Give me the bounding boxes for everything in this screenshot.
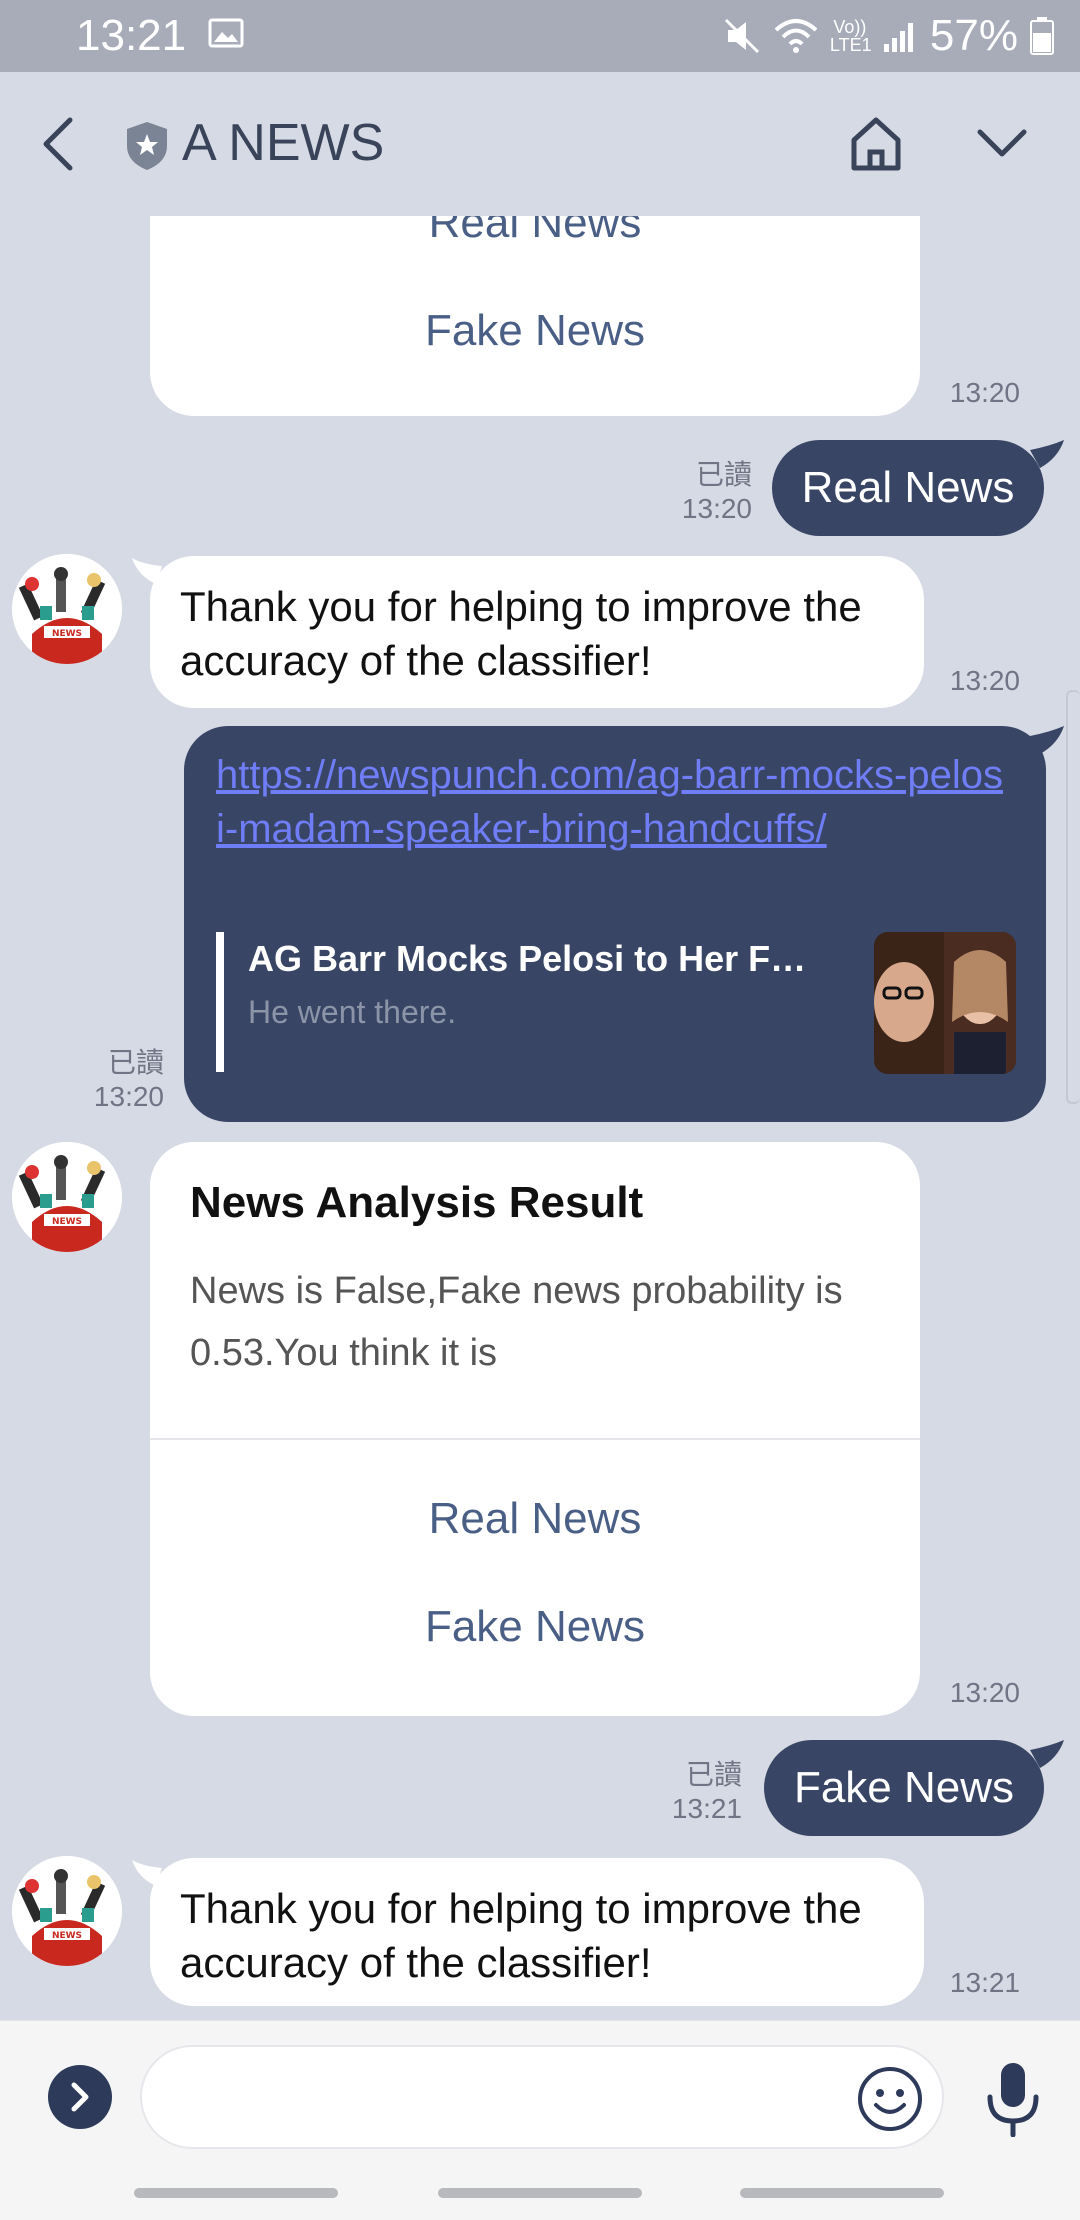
preview-thumbnail[interactable] <box>874 932 1016 1074</box>
bubble-tail <box>1030 1740 1064 1768</box>
nav-back[interactable] <box>740 2188 944 2198</box>
avatar[interactable]: NEWS <box>12 1142 122 1252</box>
message-time: 13:21 <box>949 1967 1020 1998</box>
message-link[interactable]: https://newspunch.com/ag-barr-mocks-pelo… <box>216 748 1006 856</box>
nav-recents[interactable] <box>134 2188 338 2198</box>
preview-description: He went there. <box>248 994 457 1030</box>
avatar-banner-text: NEWS <box>52 629 82 639</box>
image-icon <box>208 18 244 48</box>
message-time: 13:20 <box>949 377 1020 408</box>
microphone-icon[interactable] <box>982 2061 1044 2137</box>
avatar-banner-text: NEWS <box>52 1217 82 1227</box>
home-icon[interactable] <box>846 114 906 174</box>
preview-divider <box>216 932 224 1072</box>
battery-icon <box>1030 17 1054 55</box>
chat-title: A NEWS <box>182 114 385 172</box>
message-input-bar <box>0 2020 1080 2165</box>
outgoing-message: Fake News <box>764 1740 1044 1836</box>
news-logo-icon: NEWS <box>12 554 122 664</box>
nav-home[interactable] <box>438 2188 642 2198</box>
preview-title[interactable]: AG Barr Mocks Pelosi to Her Fa... <box>248 938 808 980</box>
news-logo-icon: NEWS <box>12 1142 122 1252</box>
bubble-tail <box>1030 440 1064 468</box>
shield-star-icon <box>127 122 167 170</box>
bubble-tail <box>1030 726 1064 754</box>
news-logo-icon: NEWS <box>12 1856 122 1966</box>
expand-menu-button[interactable] <box>48 2065 112 2129</box>
mute-icon <box>724 18 759 54</box>
fake-news-option[interactable]: Fake News <box>150 1602 920 1652</box>
card-divider <box>150 1438 920 1440</box>
incoming-message: Thank you for helping to improve the acc… <box>150 556 924 708</box>
message-time: 13:20 <box>93 1081 164 1112</box>
read-receipt: 已讀 <box>685 1759 742 1790</box>
result-title: News Analysis Result <box>190 1178 644 1227</box>
status-time: 13:21 <box>76 11 187 60</box>
battery-percent: 57% <box>929 11 1018 60</box>
message-time: 13:21 <box>671 1793 742 1824</box>
real-news-option[interactable]: Real News <box>150 216 920 248</box>
chevron-down-icon[interactable] <box>974 122 1030 162</box>
real-news-option[interactable]: Real News <box>150 1494 920 1544</box>
signal-icon <box>883 23 913 52</box>
link-preview-message[interactable]: https://newspunch.com/ag-barr-mocks-pelo… <box>184 726 1046 1122</box>
avatar[interactable]: NEWS <box>12 554 122 664</box>
chat-area[interactable]: Real News Fake News 13:20 已讀 13:20 Real … <box>0 216 1080 2020</box>
message-time: 13:20 <box>949 1677 1020 1708</box>
back-arrow-icon[interactable] <box>36 112 86 176</box>
chat-header: A NEWS <box>0 72 1080 216</box>
scrollbar[interactable] <box>1066 690 1080 1104</box>
message-input[interactable] <box>140 2045 944 2149</box>
expand-arrow-icon <box>71 2082 89 2112</box>
message-time: 13:20 <box>949 665 1020 696</box>
volte-icon: Vo)) LTE1 <box>829 17 872 55</box>
read-receipt: 已讀 <box>107 1047 164 1078</box>
outgoing-message: Real News <box>772 440 1044 536</box>
emoji-icon[interactable] <box>856 2065 924 2133</box>
fake-news-option[interactable]: Fake News <box>150 306 920 356</box>
options-card: Real News Fake News <box>150 216 920 416</box>
analysis-result-card: News Analysis Result News is False,Fake … <box>150 1142 920 1716</box>
result-body: News is False,Fake news probability is 0… <box>190 1270 843 1374</box>
avatar-banner-text: NEWS <box>52 1931 82 1941</box>
wifi-icon <box>774 19 818 53</box>
avatar[interactable]: NEWS <box>12 1856 122 1966</box>
status-bar: 13:21 Vo)) LTE1 57% <box>0 0 1080 72</box>
message-time: 13:20 <box>681 493 752 524</box>
read-receipt: 已讀 <box>695 459 752 490</box>
system-nav-bar <box>0 2164 1080 2220</box>
incoming-message: Thank you for helping to improve the acc… <box>150 1858 924 2006</box>
